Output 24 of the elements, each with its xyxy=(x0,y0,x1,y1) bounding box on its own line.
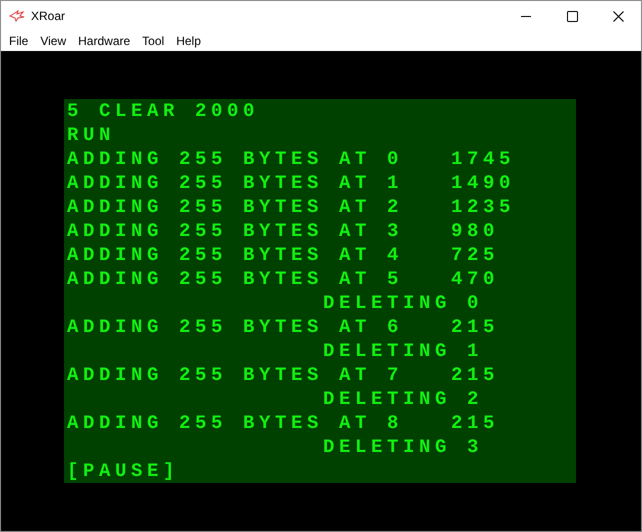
screen-text-line: ADDING 255 BYTES AT 1 1490 xyxy=(67,173,516,193)
screen-text-line: ADDING 255 BYTES AT 4 725 xyxy=(67,245,500,265)
screen-text-line: RUN xyxy=(67,125,116,145)
window-title: XRoar xyxy=(31,8,66,25)
menu-item[interactable]: Tool xyxy=(136,31,170,51)
screen-text-line: DELETING 3 xyxy=(323,437,484,457)
screen-text-line: DELETING 1 xyxy=(323,341,484,361)
screen-text-line: 5 CLEAR 2000 xyxy=(67,101,260,121)
screen-text-line: ADDING 255 BYTES AT 0 1745 xyxy=(67,149,516,169)
menu-item[interactable]: Hardware xyxy=(72,31,136,51)
screen-text-line: ADDING 255 BYTES AT 6 215 xyxy=(67,317,500,337)
screen-text-line: ADDING 255 BYTES AT 8 215 xyxy=(67,413,500,433)
menu-item[interactable]: File xyxy=(3,31,34,51)
screen-text-line: DELETING 2 xyxy=(323,389,484,409)
screen-text-line: ADDING 255 BYTES AT 2 1235 xyxy=(67,197,516,217)
screen-text-line: DELETING 0 xyxy=(323,293,484,313)
screen-text-line: ADDING 255 BYTES AT 5 470 xyxy=(67,269,500,289)
menu-item[interactable]: Help xyxy=(170,31,207,51)
screen-text-line: ADDING 255 BYTES AT 7 215 xyxy=(67,365,500,385)
screen-text-line: [PAUSE] xyxy=(67,461,180,481)
close-icon xyxy=(612,10,624,22)
maximize-icon xyxy=(566,10,578,22)
screen-text-line: ADDING 255 BYTES AT 3 980 xyxy=(67,221,500,241)
menu-item[interactable]: View xyxy=(34,31,72,51)
